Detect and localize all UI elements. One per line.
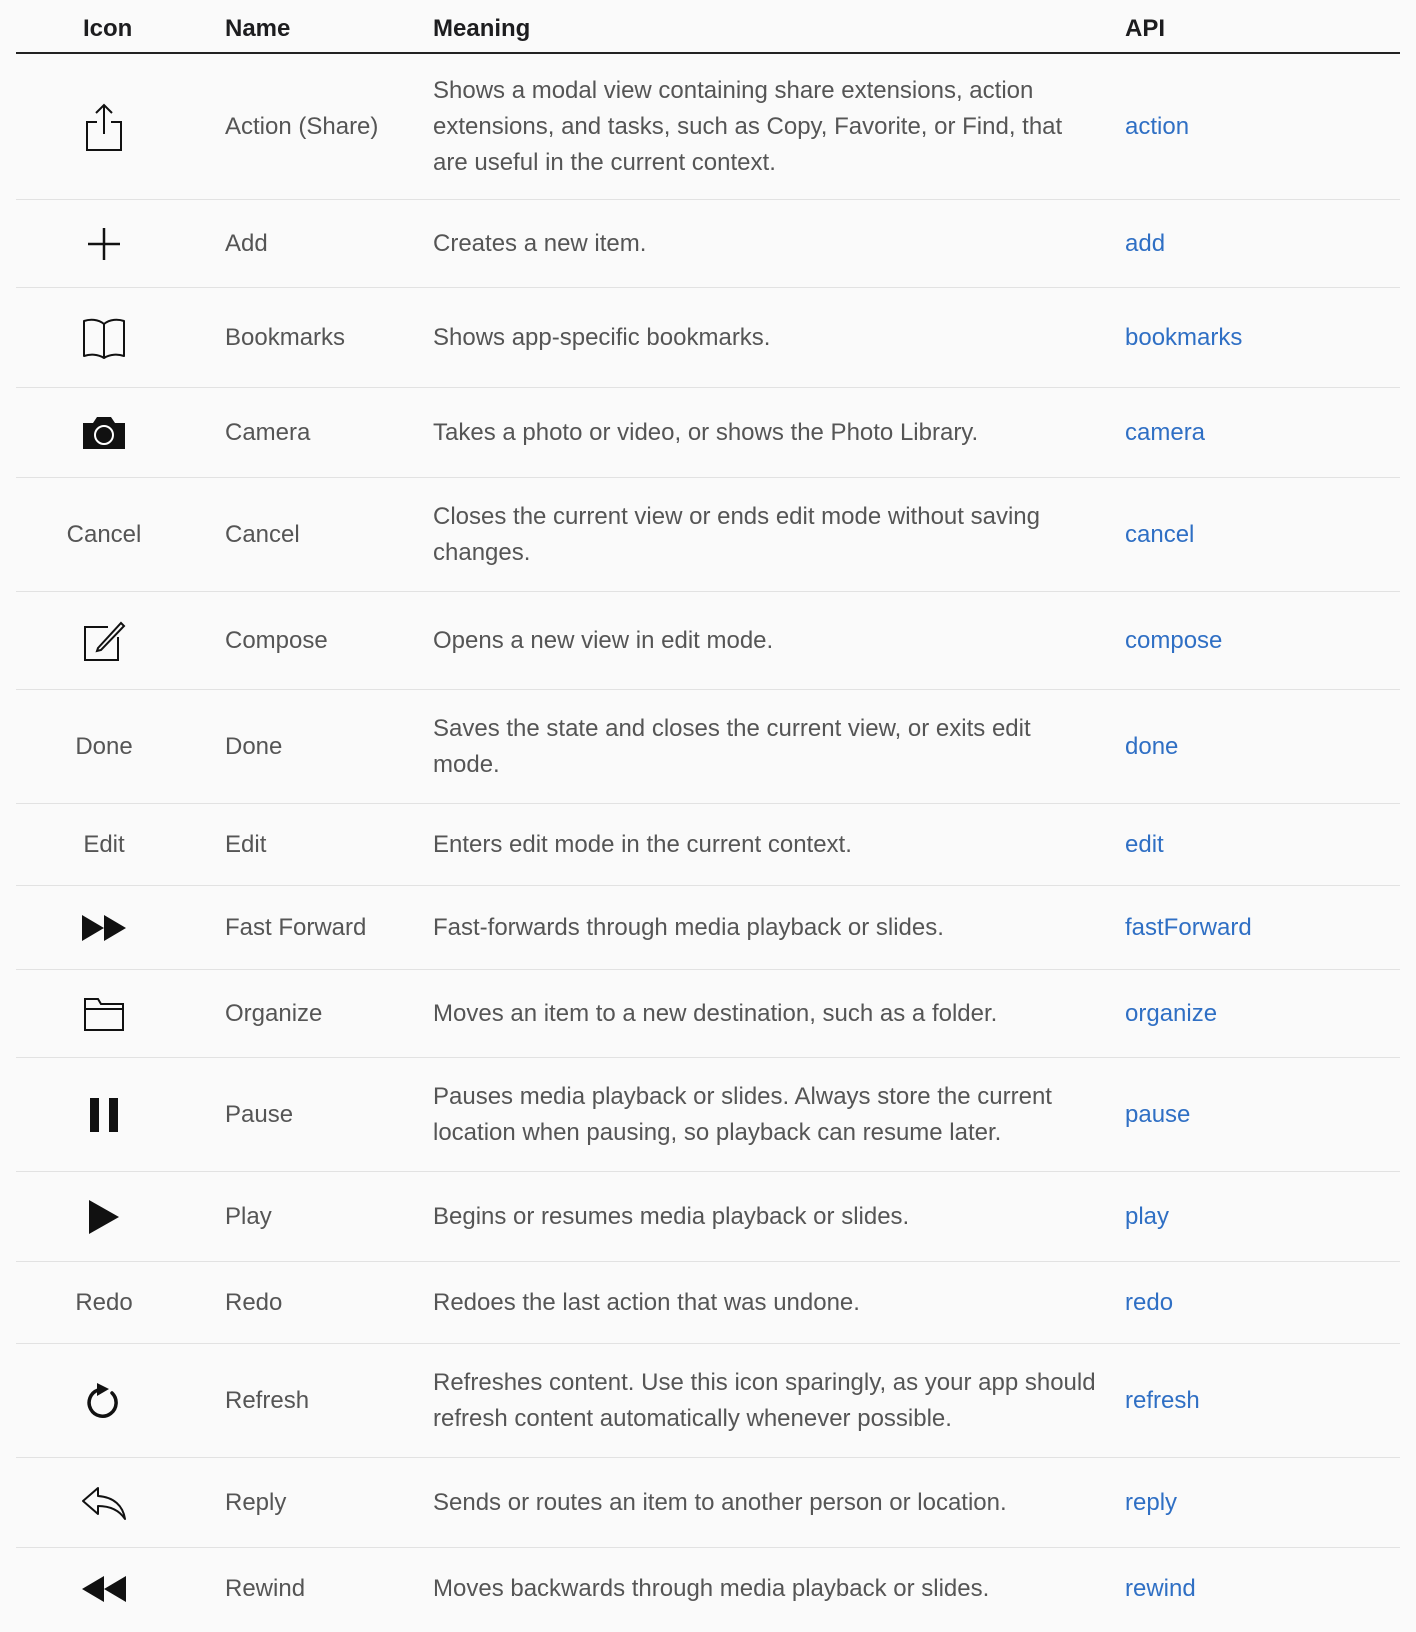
api-link-pause[interactable]: pause — [1125, 1097, 1190, 1133]
play-icon — [30, 1199, 178, 1235]
fast-forward-icon — [30, 914, 178, 942]
row-meaning: Saves the state and closes the current v… — [433, 714, 1031, 778]
camera-icon — [30, 415, 178, 451]
cancel-text-icon: Cancel — [66, 520, 142, 548]
compose-icon — [30, 619, 178, 663]
api-link-done[interactable]: done — [1125, 729, 1178, 765]
api-link-action[interactable]: action — [1125, 109, 1189, 145]
row-meaning: Closes the current view or ends edit mod… — [433, 502, 1040, 566]
table-row: Done Done Saves the state and closes the… — [16, 690, 1400, 804]
table-row: Redo Redo Redoes the last action that wa… — [16, 1262, 1400, 1344]
row-name: Play — [225, 1202, 272, 1230]
row-meaning: Begins or resumes media playback or slid… — [433, 1202, 910, 1230]
redo-text-icon: Redo — [75, 1288, 133, 1316]
row-meaning: Shows app-specific bookmarks. — [433, 323, 771, 351]
table-row: Rewind Moves backwards through media pla… — [16, 1548, 1400, 1630]
row-name: Organize — [225, 999, 323, 1027]
row-name: Cancel — [225, 520, 300, 548]
row-name: Edit — [225, 830, 267, 858]
header-icon: Icon — [83, 15, 133, 42]
table-row: Pause Pauses media playback or slides. A… — [16, 1058, 1400, 1172]
row-meaning: Redoes the last action that was undone. — [433, 1288, 860, 1316]
api-link-reply[interactable]: reply — [1125, 1485, 1177, 1521]
table-row: Bookmarks Shows app-specific bookmarks. … — [16, 288, 1400, 388]
row-name: Compose — [225, 626, 328, 654]
api-link-play[interactable]: play — [1125, 1199, 1169, 1235]
row-name: Done — [225, 732, 283, 760]
table-row: Compose Opens a new view in edit mode. c… — [16, 592, 1400, 690]
rewind-icon — [30, 1575, 178, 1603]
edit-text-icon: Edit — [83, 830, 125, 858]
row-meaning: Enters edit mode in the current context. — [433, 830, 852, 858]
row-meaning: Shows a modal view containing share exte… — [433, 76, 1063, 176]
table-row: Play Begins or resumes media playback or… — [16, 1172, 1400, 1262]
row-meaning: Creates a new item. — [433, 229, 647, 257]
row-meaning: Fast-forwards through media playback or … — [433, 913, 944, 941]
row-meaning: Moves an item to a new destination, such… — [433, 999, 998, 1027]
header-meaning: Meaning — [433, 15, 531, 42]
api-link-refresh[interactable]: refresh — [1125, 1383, 1200, 1419]
share-icon — [30, 102, 178, 152]
table-row: Action (Share) Shows a modal view contai… — [16, 54, 1400, 200]
header-api: API — [1125, 15, 1166, 42]
row-name: Camera — [225, 418, 311, 446]
api-link-cancel[interactable]: cancel — [1125, 517, 1194, 553]
table-row: Organize Moves an item to a new destinat… — [16, 970, 1400, 1058]
table-row: Refresh Refreshes content. Use this icon… — [16, 1344, 1400, 1458]
table-row: Add Creates a new item. add — [16, 200, 1400, 288]
refresh-icon — [30, 1379, 178, 1423]
row-meaning: Pauses media playback or slides. Always … — [433, 1082, 1052, 1146]
folder-icon — [30, 996, 178, 1032]
api-link-organize[interactable]: organize — [1125, 996, 1217, 1032]
done-text-icon: Done — [75, 732, 133, 760]
api-link-bookmarks[interactable]: bookmarks — [1125, 320, 1242, 356]
api-link-add[interactable]: add — [1125, 226, 1165, 262]
table-row: Reply Sends or routes an item to another… — [16, 1458, 1400, 1548]
row-name: Fast Forward — [225, 913, 367, 941]
table-row: Fast Forward Fast-forwards through media… — [16, 886, 1400, 970]
row-meaning: Sends or routes an item to another perso… — [433, 1488, 1007, 1516]
book-icon — [30, 316, 178, 360]
api-link-rewind[interactable]: rewind — [1125, 1571, 1196, 1607]
plus-icon — [30, 226, 178, 262]
api-link-compose[interactable]: compose — [1125, 623, 1222, 659]
row-name: Bookmarks — [225, 323, 346, 351]
header-name: Name — [225, 15, 291, 42]
table-row: Cancel Cancel Closes the current view or… — [16, 478, 1400, 592]
table-header: Icon Name Meaning API — [16, 0, 1400, 54]
api-link-fastforward[interactable]: fastForward — [1125, 910, 1252, 946]
table-row: Camera Takes a photo or video, or shows … — [16, 388, 1400, 478]
row-meaning: Opens a new view in edit mode. — [433, 626, 774, 654]
row-name: Rewind — [225, 1575, 306, 1602]
row-meaning: Refreshes content. Use this icon sparing… — [433, 1368, 1096, 1432]
row-name: Refresh — [225, 1386, 310, 1414]
row-name: Add — [225, 229, 268, 257]
api-link-redo[interactable]: redo — [1125, 1285, 1173, 1321]
row-name: Reply — [225, 1488, 287, 1516]
row-name: Pause — [225, 1100, 294, 1128]
api-link-camera[interactable]: camera — [1125, 415, 1205, 451]
row-meaning: Moves backwards through media playback o… — [433, 1575, 990, 1602]
row-name: Action (Share) — [225, 112, 379, 140]
table-row: Edit Edit Enters edit mode in the curren… — [16, 804, 1400, 886]
pause-icon — [30, 1097, 178, 1133]
row-meaning: Takes a photo or video, or shows the Pho… — [433, 418, 979, 446]
reply-icon — [30, 1485, 178, 1521]
row-name: Redo — [225, 1288, 283, 1316]
bar-button-table: Icon Name Meaning API Action (Share) Sho… — [16, 0, 1400, 1630]
api-link-edit[interactable]: edit — [1125, 827, 1164, 863]
